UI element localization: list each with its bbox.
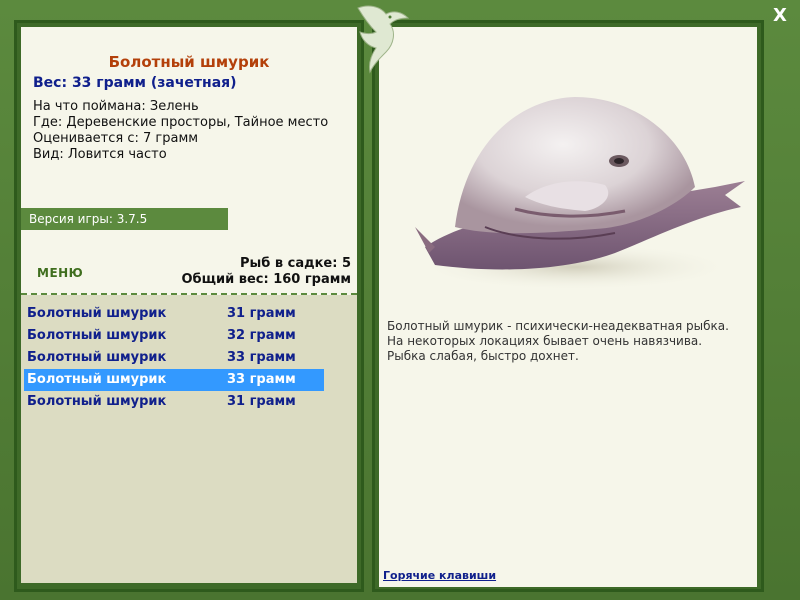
cage-stats: Рыб в садке: 5 Общий вес: 160 грамм xyxy=(181,256,351,288)
menu-button[interactable]: МЕНЮ xyxy=(37,266,83,280)
catch-name: Болотный шмурик xyxy=(27,372,167,387)
catch-weight: 31 грамм xyxy=(227,306,296,321)
info-location: Где: Деревенские просторы, Тайное место xyxy=(33,115,329,130)
catch-name: Болотный шмурик xyxy=(27,306,167,321)
version-label: Версия игры: 3.7.5 xyxy=(21,208,228,230)
catch-weight: 33 грамм xyxy=(227,350,296,365)
fish-title: Болотный шмурик xyxy=(108,53,270,71)
fish-details: Болотный шмурик Вес: 33 грамм (зачетная)… xyxy=(21,27,357,295)
fish-picture-panel: Болотный шмурик - психически-неадекватна… xyxy=(372,20,764,592)
cage-count: Рыб в садке: 5 xyxy=(239,256,351,271)
fish-description: Болотный шмурик - психически-неадекватна… xyxy=(387,319,729,363)
dolphin-logo-icon xyxy=(357,5,410,74)
catch-row[interactable]: Болотный шмурик 32 грамм xyxy=(24,325,324,347)
fish-info-panel: Болотный шмурик Вес: 33 грамм (зачетная)… xyxy=(14,20,364,592)
fish-weight: Вес: 33 грамм (зачетная) xyxy=(33,75,237,91)
fish-info-lines: На что поймана: Зелень Где: Деревенские … xyxy=(33,99,328,163)
catch-name: Болотный шмурик xyxy=(27,350,167,365)
catch-weight: 33 грамм xyxy=(227,372,296,387)
catch-name: Болотный шмурик xyxy=(27,328,167,343)
close-button[interactable]: X xyxy=(770,6,790,26)
fish-picture-area: Болотный шмурик - психически-неадекватна… xyxy=(379,27,757,587)
catch-row-selected[interactable]: Болотный шмурик 33 грамм xyxy=(24,369,324,391)
catch-row[interactable]: Болотный шмурик 31 грамм xyxy=(24,391,324,413)
catch-weight: 32 грамм xyxy=(227,328,296,343)
cage-total-weight: Общий вес: 160 грамм xyxy=(181,272,351,287)
info-min-weight: Оценивается с: 7 грамм xyxy=(33,131,199,146)
hotkeys-link[interactable]: Горячие клавиши xyxy=(383,569,496,582)
info-bait: На что поймана: Зелень xyxy=(33,99,199,114)
catch-row[interactable]: Болотный шмурик 33 грамм xyxy=(24,347,324,369)
catch-weight: 31 грамм xyxy=(227,394,296,409)
catch-name: Болотный шмурик xyxy=(27,394,167,409)
catch-list: Болотный шмурик 31 грамм Болотный шмурик… xyxy=(21,295,357,583)
catch-row[interactable]: Болотный шмурик 31 грамм xyxy=(24,303,324,325)
blobfish-image xyxy=(415,97,745,291)
info-frequency: Вид: Ловится часто xyxy=(33,147,167,162)
